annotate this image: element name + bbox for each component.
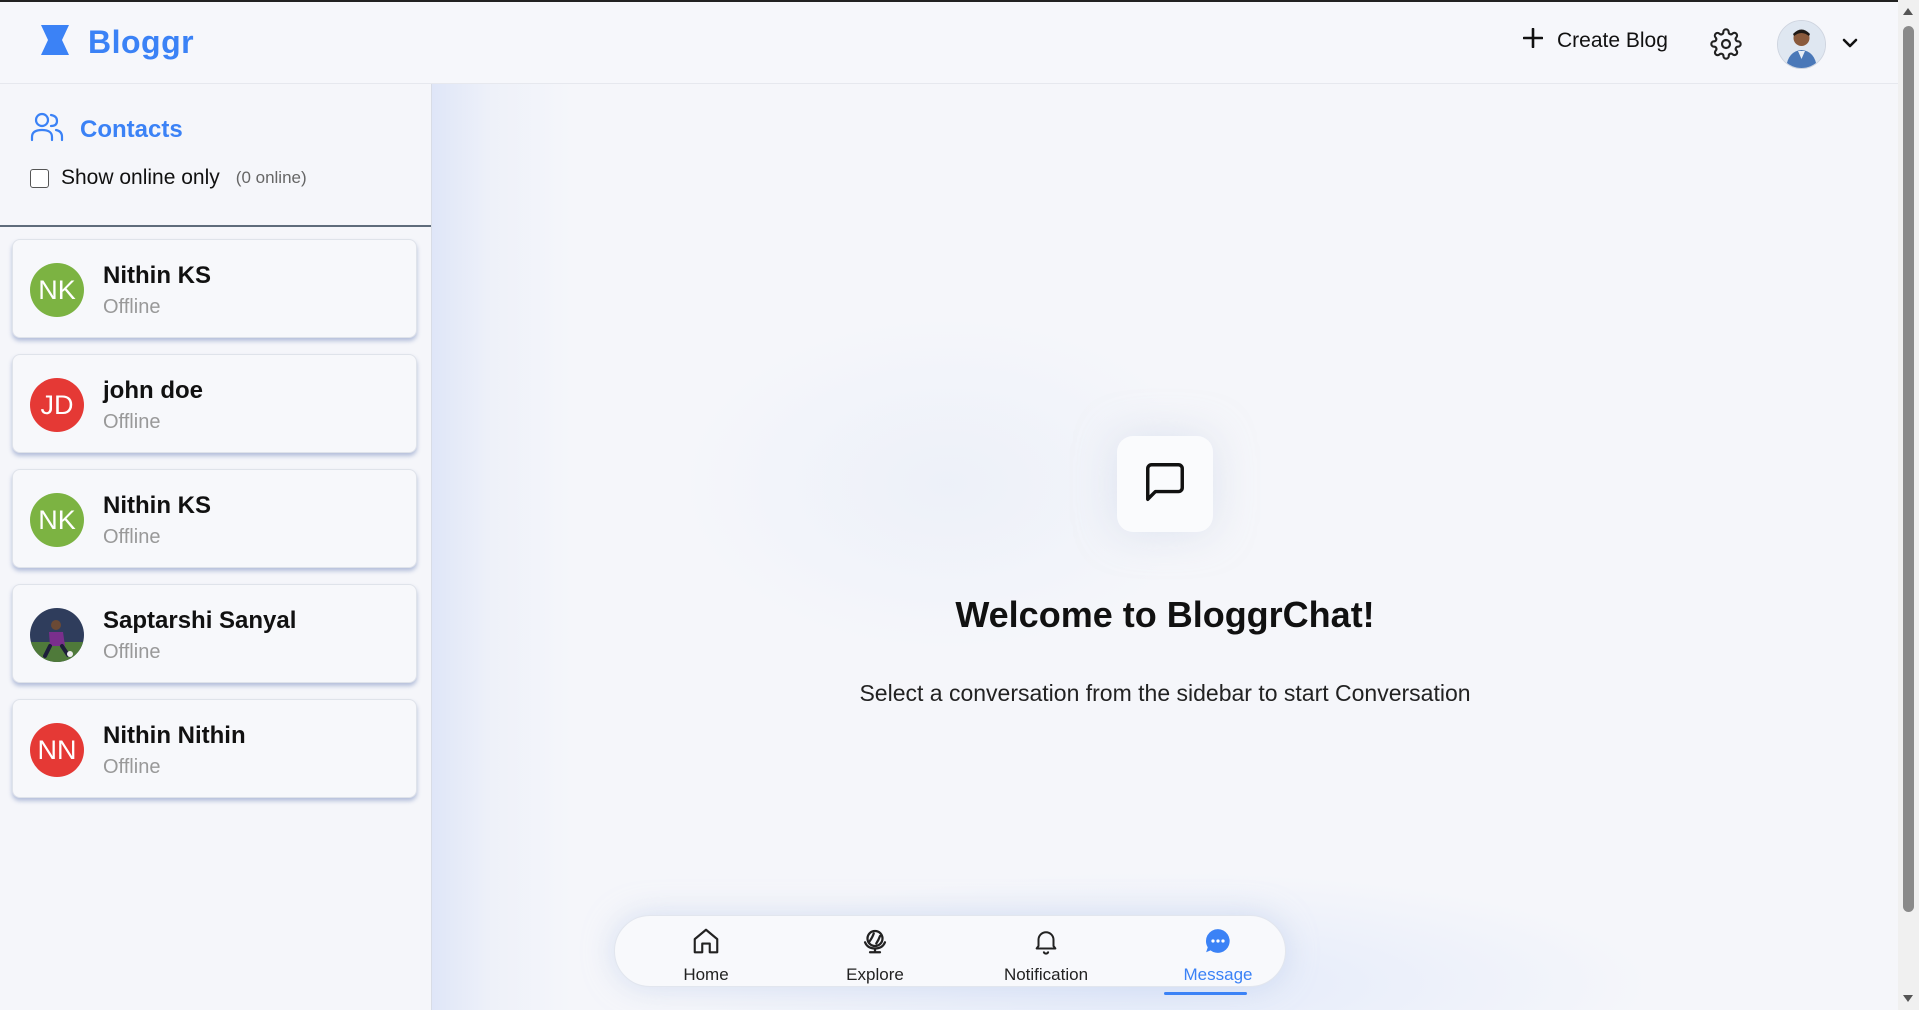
nav-message-label: Message bbox=[1183, 965, 1253, 984]
contact-avatar: NK bbox=[30, 493, 84, 547]
welcome-subtitle: Select a conversation from the sidebar t… bbox=[859, 680, 1471, 706]
contact-card[interactable]: NK Nithin KS Offline bbox=[12, 469, 417, 568]
hourglass-logo-icon bbox=[40, 25, 70, 60]
nav-explore-label: Explore bbox=[846, 965, 904, 984]
contact-card[interactable]: JD john doe Offline bbox=[12, 354, 417, 453]
top-header: Bloggr Create Blog bbox=[0, 2, 1898, 84]
contact-status: Offline bbox=[103, 641, 161, 663]
chevron-down-icon bbox=[1842, 36, 1858, 54]
active-nav-indicator bbox=[1164, 992, 1247, 995]
online-count: (0 online) bbox=[235, 168, 307, 187]
show-online-label[interactable]: Show online only bbox=[61, 166, 220, 190]
chat-bubble-icon bbox=[1203, 926, 1233, 961]
nav-notification-label: Notification bbox=[1003, 965, 1089, 984]
create-blog-button[interactable]: Create Blog bbox=[1522, 27, 1668, 54]
nav-home-label: Home bbox=[683, 965, 729, 984]
logo-text: Bloggr bbox=[88, 24, 195, 60]
user-menu[interactable] bbox=[1777, 20, 1858, 69]
scroll-up-arrow-icon[interactable] bbox=[1903, 8, 1913, 15]
contact-name: Nithin KS bbox=[103, 492, 211, 519]
contact-name: Nithin KS bbox=[103, 262, 211, 289]
page-scrollbar[interactable] bbox=[1898, 0, 1919, 1010]
contact-card[interactable]: NK Nithin KS Offline bbox=[12, 239, 417, 338]
nav-explore[interactable]: Explore bbox=[815, 926, 935, 985]
contact-list: NK Nithin KS Offline JD john doe Offline… bbox=[12, 239, 419, 814]
welcome-title: Welcome to BloggrChat! bbox=[955, 594, 1375, 635]
scroll-thumb[interactable] bbox=[1903, 26, 1914, 912]
nav-home[interactable]: Home bbox=[646, 926, 766, 985]
contact-avatar: NN bbox=[30, 723, 84, 777]
online-filter: Show online only (0 online) bbox=[30, 166, 307, 190]
contacts-sidebar: Contacts Show online only (0 online) NK … bbox=[0, 84, 432, 1010]
gear-icon bbox=[1710, 28, 1742, 64]
contact-avatar: NK bbox=[30, 263, 84, 317]
create-blog-label: Create Blog bbox=[1557, 29, 1668, 52]
contact-status: Offline bbox=[103, 411, 161, 433]
contact-status: Offline bbox=[103, 756, 161, 778]
logo[interactable]: Bloggr bbox=[40, 24, 194, 61]
home-icon bbox=[691, 926, 721, 961]
contact-name: Nithin Nithin bbox=[103, 722, 246, 749]
sidebar-divider bbox=[0, 225, 431, 227]
contact-photo-avatar bbox=[30, 608, 84, 662]
settings-button[interactable] bbox=[1710, 28, 1742, 60]
chat-placeholder-box bbox=[1117, 436, 1213, 532]
nav-message[interactable]: Message bbox=[1158, 926, 1278, 985]
chat-main-area: Welcome to BloggrChat! Select a conversa… bbox=[432, 84, 1898, 1010]
user-avatar bbox=[1777, 20, 1826, 69]
contacts-title: Contacts bbox=[80, 115, 183, 143]
bell-icon bbox=[1031, 926, 1061, 961]
plus-icon bbox=[1522, 27, 1544, 54]
globe-icon bbox=[860, 926, 890, 961]
contact-card[interactable]: NN Nithin Nithin Offline bbox=[12, 699, 417, 798]
bottom-navigation: Home Explore Notification Message bbox=[614, 915, 1286, 987]
contact-name: john doe bbox=[103, 377, 203, 404]
message-square-icon bbox=[1142, 459, 1188, 510]
contacts-header: Contacts bbox=[30, 112, 183, 147]
contact-status: Offline bbox=[103, 526, 161, 548]
contact-card[interactable]: Saptarshi Sanyal Offline bbox=[12, 584, 417, 683]
show-online-checkbox[interactable] bbox=[30, 168, 49, 188]
users-icon bbox=[30, 112, 64, 147]
contact-status: Offline bbox=[103, 296, 161, 318]
contact-avatar: JD bbox=[30, 378, 84, 432]
scroll-down-arrow-icon[interactable] bbox=[1903, 995, 1913, 1002]
nav-notification[interactable]: Notification bbox=[986, 926, 1106, 985]
contact-name: Saptarshi Sanyal bbox=[103, 607, 297, 634]
